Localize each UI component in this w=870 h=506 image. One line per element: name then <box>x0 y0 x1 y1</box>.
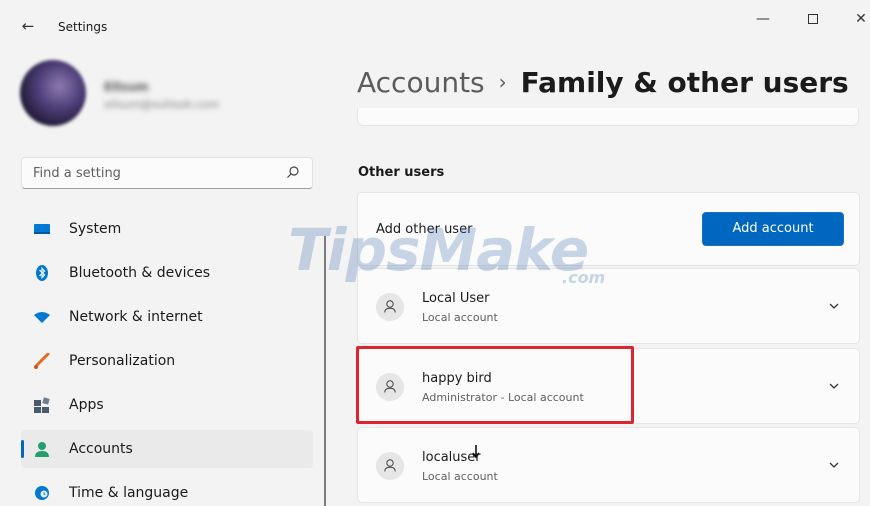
highlight-annotation <box>356 346 634 424</box>
previous-card-edge <box>357 108 859 126</box>
sidebar-item-system[interactable]: System <box>21 210 313 248</box>
search-icon[interactable] <box>286 165 300 179</box>
breadcrumb: Accounts › Family & other users <box>357 66 849 99</box>
user-icon <box>376 452 404 480</box>
title-bar: ← Settings — ✕ <box>0 0 870 44</box>
profile-name: Ellsum <box>104 80 149 94</box>
user-account-type: Local account <box>422 470 498 483</box>
monitor-icon <box>34 224 50 234</box>
sidebar-item-label: System <box>69 221 122 237</box>
maximize-button[interactable] <box>798 8 828 30</box>
globe-clock-icon <box>35 486 49 500</box>
profile-email: ellsum@outlook.com <box>104 98 220 111</box>
maximize-icon <box>808 14 818 24</box>
sidebar-item-label: Accounts <box>69 441 133 457</box>
breadcrumb-parent[interactable]: Accounts <box>357 66 485 99</box>
profile-avatar[interactable] <box>20 60 86 126</box>
sidebar-item-network[interactable]: Network & internet <box>21 298 313 336</box>
back-arrow-icon[interactable]: ← <box>18 16 38 36</box>
sidebar-item-label: Bluetooth & devices <box>69 265 211 281</box>
sidebar-item-bluetooth[interactable]: Bluetooth & devices <box>21 254 313 292</box>
sidebar-item-apps[interactable]: Apps <box>21 386 313 424</box>
page-title: Family & other users <box>520 66 849 99</box>
sidebar-item-label: Apps <box>69 397 104 413</box>
brush-icon <box>34 353 50 369</box>
person-icon <box>35 442 49 457</box>
sidebar-item-label: Network & internet <box>69 309 203 325</box>
sidebar-item-time-language[interactable]: Time & language <box>21 474 313 506</box>
search-input[interactable] <box>22 158 272 188</box>
user-name: Local User <box>422 291 490 306</box>
active-indicator <box>21 440 24 458</box>
minimize-button[interactable]: — <box>748 8 778 30</box>
app-title: Settings <box>58 20 108 34</box>
sidebar-item-label: Personalization <box>69 353 176 369</box>
settings-window: ← Settings — ✕ Ellsum ellsum@outlook.com… <box>0 0 870 506</box>
user-icon <box>376 293 404 321</box>
user-row-localuser[interactable]: localuser Local account <box>357 427 860 503</box>
close-button[interactable]: ✕ <box>846 8 870 30</box>
bluetooth-icon <box>36 265 48 281</box>
section-title: Other users <box>358 165 445 180</box>
sidebar-item-label: Time & language <box>69 485 189 501</box>
sidebar-item-accounts[interactable]: Accounts <box>21 430 313 468</box>
add-account-button[interactable]: Add account <box>702 212 844 246</box>
text-cursor-icon <box>472 445 480 459</box>
chevron-down-icon[interactable] <box>827 299 841 313</box>
wifi-icon <box>34 312 50 323</box>
watermark: TipsMake <box>288 216 589 284</box>
watermark-suffix: .com <box>562 268 606 287</box>
chevron-down-icon[interactable] <box>827 379 841 393</box>
chevron-down-icon[interactable] <box>827 458 841 472</box>
sidebar-item-personalization[interactable]: Personalization <box>21 342 313 380</box>
breadcrumb-separator: › <box>498 70 507 94</box>
user-account-type: Local account <box>422 311 498 324</box>
apps-icon <box>34 397 50 413</box>
search-box[interactable] <box>21 157 313 189</box>
